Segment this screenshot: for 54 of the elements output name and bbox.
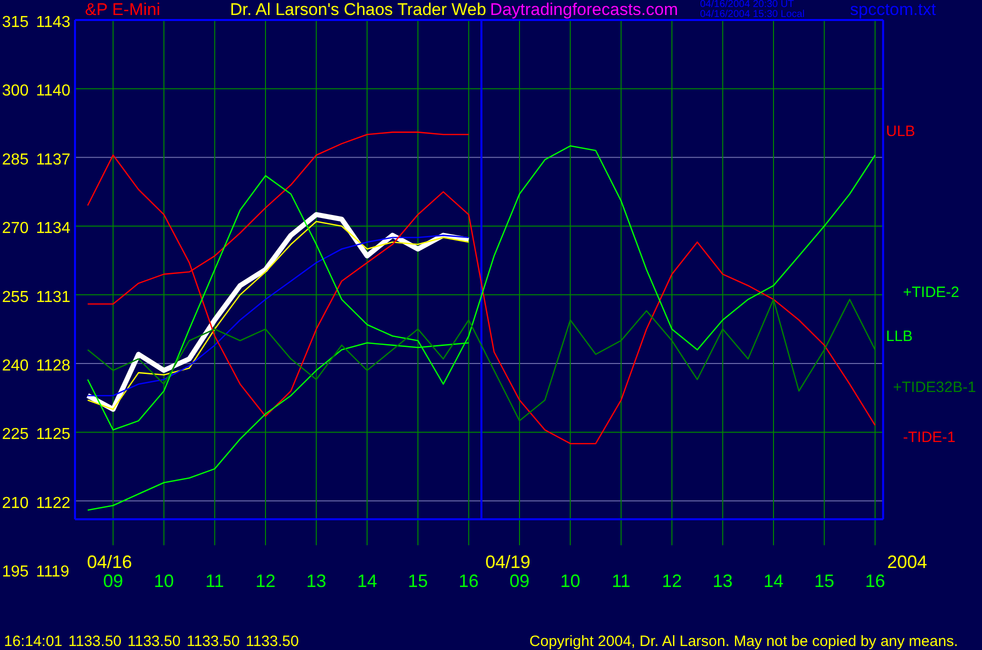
- x-axis-label: 14: [357, 571, 378, 591]
- x-axis-label: 13: [712, 571, 733, 591]
- chart-title: &P E-Mini: [85, 0, 162, 20]
- x-axis-label: 11: [612, 571, 630, 591]
- x-axis-label: 12: [255, 571, 276, 591]
- series-label: ULB: [886, 123, 916, 140]
- price-value: 1133.50: [128, 633, 181, 650]
- date-label: 04/19: [485, 552, 530, 572]
- copyright-text: Copyright 2004, Dr. Al Larson. May not be copied by any means.: [529, 633, 958, 650]
- y-axis-label: 1134: [36, 220, 70, 238]
- y-axis-label: 1131: [36, 288, 70, 306]
- file-name: spcctom.txt: [850, 0, 937, 20]
- y-axis-label: 1122: [36, 494, 70, 512]
- secondary-axis-label: 300: [2, 82, 29, 100]
- series-label: -TIDE-1: [903, 429, 956, 446]
- secondary-axis-label: 210: [2, 494, 29, 512]
- x-axis-label: 12: [662, 571, 682, 591]
- series-label: +TIDE-2: [903, 284, 960, 301]
- price-value: 1133.50: [186, 633, 240, 650]
- timestamp-text: 04/16/2004 20:30 UT: [700, 0, 794, 10]
- y-axis-label: 1143: [36, 14, 70, 31]
- website-text: Daytradingforecasts.com: [490, 0, 680, 20]
- secondary-axis-label: 315: [2, 14, 29, 31]
- secondary-axis-label: 285: [2, 151, 29, 168]
- secondary-axis-label: 225: [2, 426, 29, 444]
- x-axis-label: 14: [763, 571, 784, 591]
- series-label: LLB: [886, 328, 913, 345]
- y-axis-label: 1125: [36, 426, 70, 444]
- y-axis-label: 1137: [36, 151, 70, 168]
- axis-label: 1119: [36, 564, 70, 581]
- price-value: 1133.50: [246, 633, 299, 650]
- x-axis-label: 10: [154, 571, 174, 591]
- x-axis-label: 09: [509, 571, 530, 591]
- x-axis-label: 13: [306, 571, 326, 591]
- series-label: +TIDE32B-1: [893, 379, 976, 396]
- secondary-axis-label: 195: [2, 564, 29, 581]
- price-value: 1133.50: [68, 633, 122, 650]
- secondary-axis-label: 255: [2, 288, 29, 306]
- x-axis-label: 15: [814, 571, 834, 591]
- y-axis-label: 1140: [36, 82, 70, 100]
- date-label: 04/16: [87, 552, 132, 572]
- time-text: 16:14:01: [4, 633, 62, 650]
- x-axis-label: 10: [560, 571, 580, 591]
- x-axis-label: 11: [205, 571, 224, 591]
- secondary-axis-label: 240: [2, 358, 29, 374]
- y-axis-label: 1128: [36, 358, 70, 374]
- secondary-axis-label: 270: [2, 220, 29, 238]
- x-axis-label: 16: [458, 571, 479, 591]
- x-axis-label: 15: [408, 571, 428, 591]
- x-axis-label: 09: [103, 571, 124, 591]
- x-axis-label: 16: [865, 571, 886, 591]
- timestamp-text: 04/16/2004 15:30 Local: [700, 10, 806, 20]
- date-label: 2004: [887, 552, 928, 572]
- author-title: Dr. Al Larson's Chaos Trader Web: [230, 0, 488, 20]
